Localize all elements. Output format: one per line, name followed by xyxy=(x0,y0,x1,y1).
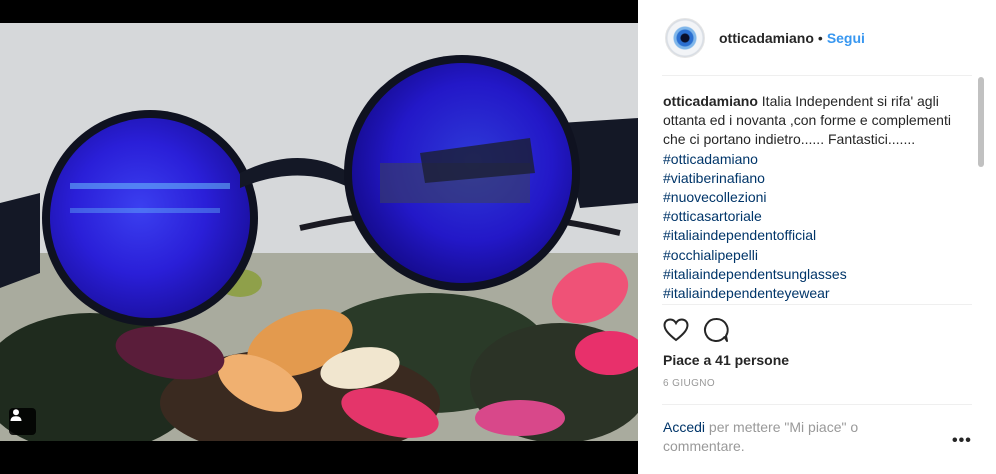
caption-username[interactable]: otticadamiano xyxy=(663,93,758,109)
login-link[interactable]: Accedi xyxy=(663,419,705,435)
header-divider xyxy=(662,75,972,76)
likes-count[interactable]: Piace a 41 persone xyxy=(663,352,789,368)
post-actions xyxy=(662,316,730,344)
header-username[interactable]: otticadamiano xyxy=(719,30,814,46)
scrollbar-thumb[interactable] xyxy=(978,77,984,167)
header-text: otticadamiano • Segui xyxy=(719,30,865,46)
more-options-button[interactable]: ••• xyxy=(952,432,972,450)
caption-scrollbar[interactable] xyxy=(978,77,984,303)
heart-icon xyxy=(663,318,689,342)
post-photo[interactable] xyxy=(0,23,638,441)
hashtag-link[interactable]: #otticadamiano xyxy=(663,151,758,167)
like-button[interactable] xyxy=(662,316,690,344)
hashtag-link[interactable]: #occhialipepelli xyxy=(663,246,973,265)
user-tag-icon xyxy=(10,409,22,421)
hashtag-link[interactable]: #nuovecollezioni xyxy=(663,188,973,207)
hashtag-link[interactable]: #italiaindependentsunglasses xyxy=(663,265,973,284)
hashtag-link[interactable]: #otticasartoriale xyxy=(663,207,973,226)
hashtag-link[interactable]: #italiaindependenteyewear xyxy=(663,284,973,303)
comment-icon xyxy=(704,318,729,342)
post-side-panel: otticadamiano • Segui otticadamiano Ital… xyxy=(638,0,996,474)
hashtag-list: #otticadamiano #viatiberinafiano #nuovecol… xyxy=(663,151,973,304)
user-tag-button[interactable] xyxy=(9,408,36,435)
comment-button[interactable] xyxy=(702,316,730,344)
post-header: otticadamiano • Segui xyxy=(638,0,996,75)
login-prompt: Accedi per mettere "Mi piace" o commenta… xyxy=(663,418,923,456)
post-date: 6 GIUGNO xyxy=(663,378,716,389)
header-separator: • xyxy=(817,29,823,46)
actions-divider xyxy=(662,304,972,305)
caption: otticadamiano Italia Independent si rifa… xyxy=(663,92,973,304)
footer-divider xyxy=(662,404,972,405)
hashtag-link[interactable]: #italiaindependentofficial xyxy=(663,226,973,245)
follow-button[interactable]: Segui xyxy=(827,30,865,46)
avatar[interactable] xyxy=(665,17,705,58)
sunglasses-photo xyxy=(0,23,638,441)
hashtag-link[interactable]: #viatiberinafiano xyxy=(663,169,973,188)
